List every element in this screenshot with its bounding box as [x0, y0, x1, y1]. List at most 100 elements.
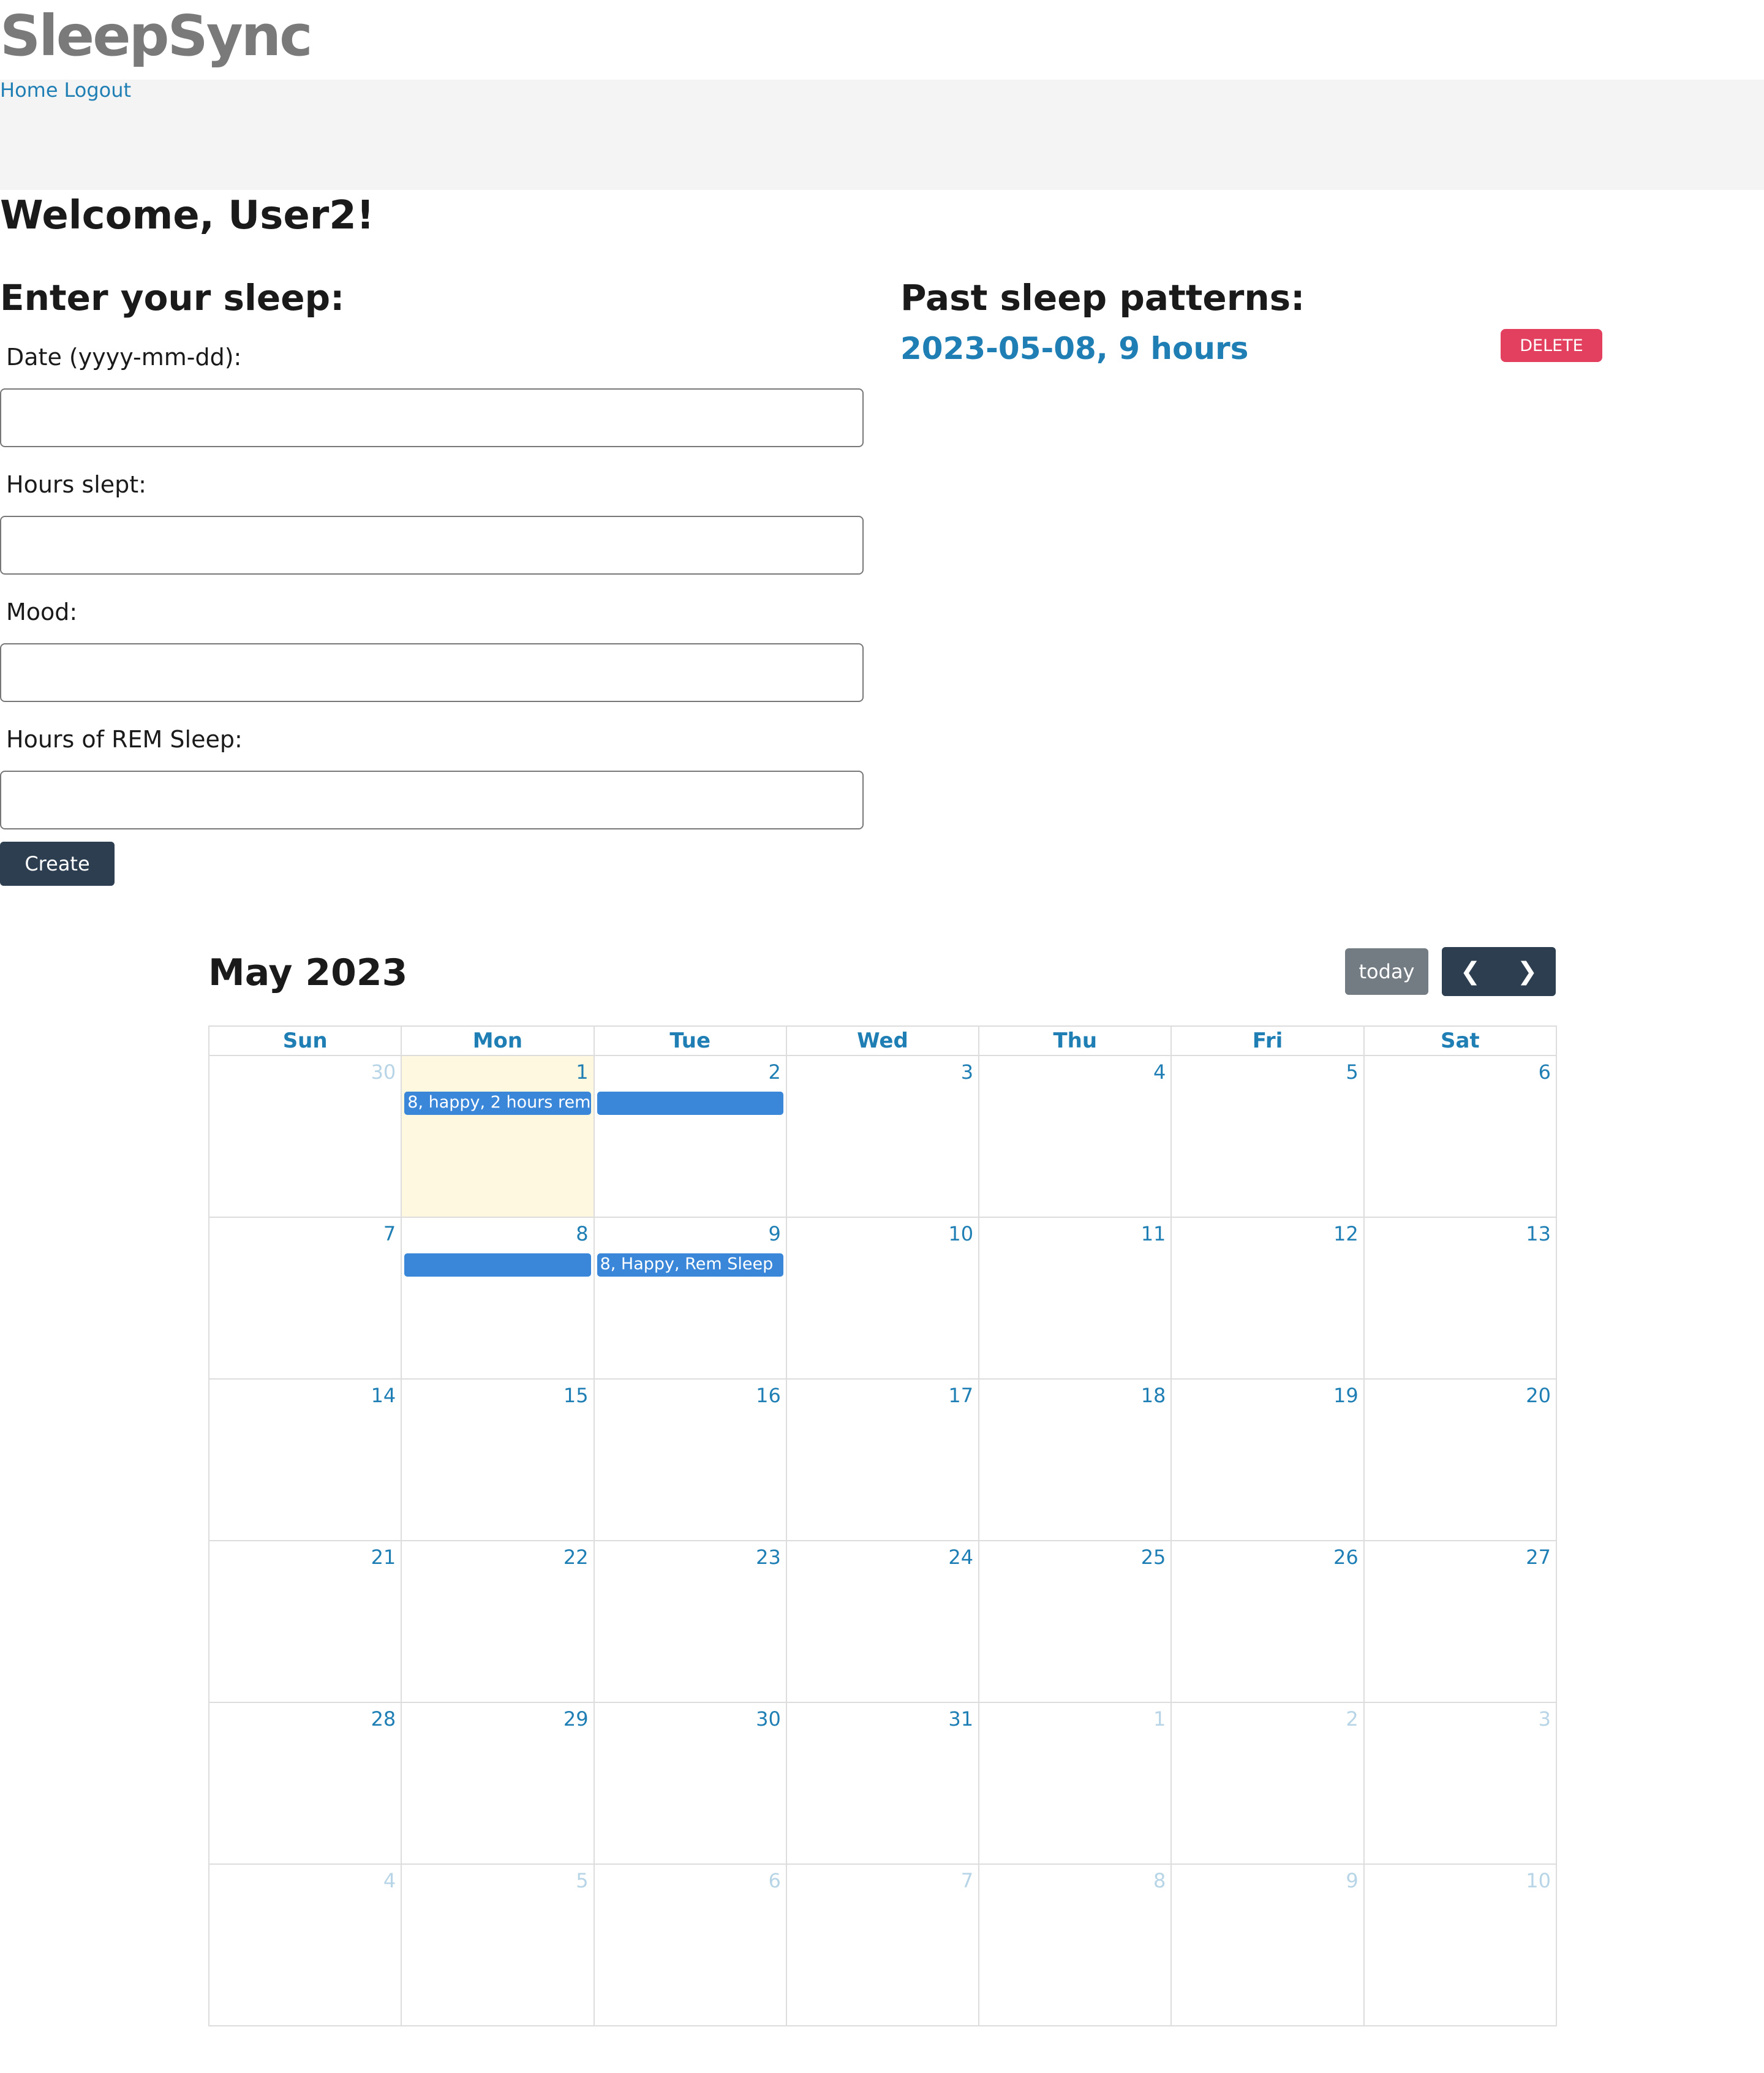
- calendar-day[interactable]: 5: [402, 1865, 595, 2026]
- calendar-day[interactable]: 10: [786, 1218, 980, 1380]
- day-number[interactable]: 19: [1333, 1383, 1359, 1408]
- day-number[interactable]: 8: [576, 1222, 588, 1246]
- calendar-day[interactable]: 23: [594, 1541, 787, 1703]
- past-entry[interactable]: 2023-05-08, 9 hours: [900, 328, 1248, 369]
- mood-input[interactable]: [0, 643, 864, 702]
- calendar-day[interactable]: 2: [594, 1056, 787, 1218]
- day-number[interactable]: 11: [1141, 1222, 1166, 1246]
- calendar-day[interactable]: 9: [1172, 1865, 1365, 2026]
- day-number[interactable]: 14: [371, 1383, 396, 1408]
- calendar-day[interactable]: 7: [209, 1218, 402, 1380]
- day-number[interactable]: 18: [1141, 1383, 1166, 1408]
- calendar-day[interactable]: 1: [979, 1703, 1172, 1865]
- calendar-day[interactable]: 4: [209, 1865, 402, 2026]
- day-number[interactable]: 4: [383, 1868, 396, 1893]
- calendar-event[interactable]: [404, 1253, 591, 1277]
- chevron-right-icon[interactable]: ❯: [1499, 947, 1556, 996]
- create-button[interactable]: Create: [0, 842, 115, 886]
- day-number[interactable]: 25: [1141, 1545, 1166, 1569]
- calendar-day[interactable]: 8: [402, 1218, 595, 1380]
- day-number[interactable]: 10: [948, 1222, 973, 1246]
- date-input[interactable]: [0, 388, 864, 447]
- calendar-day[interactable]: 8: [979, 1865, 1172, 2026]
- day-number[interactable]: 31: [948, 1707, 973, 1731]
- calendar-day[interactable]: 17: [786, 1380, 980, 1541]
- delete-button[interactable]: DELETE: [1501, 329, 1602, 362]
- calendar-day[interactable]: 25: [979, 1541, 1172, 1703]
- nav-logout-link[interactable]: Logout: [64, 78, 132, 102]
- calendar-day[interactable]: 11: [979, 1218, 1172, 1380]
- calendar-day[interactable]: 2: [1172, 1703, 1365, 1865]
- chevron-left-icon[interactable]: ❮: [1442, 947, 1499, 996]
- day-number[interactable]: 2: [1346, 1707, 1358, 1731]
- day-number[interactable]: 13: [1526, 1222, 1551, 1246]
- day-number[interactable]: 1: [576, 1060, 588, 1084]
- calendar-day[interactable]: 21: [209, 1541, 402, 1703]
- calendar-day[interactable]: 30: [209, 1056, 402, 1218]
- day-number[interactable]: 5: [1346, 1060, 1358, 1084]
- day-number[interactable]: 23: [756, 1545, 781, 1569]
- calendar-day[interactable]: 7: [786, 1865, 980, 2026]
- day-number[interactable]: 30: [756, 1707, 781, 1731]
- day-number[interactable]: 9: [1346, 1868, 1358, 1893]
- day-number[interactable]: 6: [768, 1868, 780, 1893]
- day-number[interactable]: 15: [564, 1383, 589, 1408]
- day-number[interactable]: 24: [948, 1545, 973, 1569]
- calendar-event[interactable]: 8, Happy, Rem Sleep: [597, 1253, 783, 1277]
- calendar-day[interactable]: 19: [1172, 1380, 1365, 1541]
- day-number[interactable]: 10: [1526, 1868, 1551, 1893]
- hours-input[interactable]: [0, 516, 864, 575]
- nav-home-link[interactable]: Home: [0, 78, 58, 102]
- day-number[interactable]: 22: [564, 1545, 589, 1569]
- day-number[interactable]: 16: [756, 1383, 781, 1408]
- day-number[interactable]: 1: [1153, 1707, 1166, 1731]
- calendar-day[interactable]: 9 8, Happy, Rem Sleep: [594, 1218, 787, 1380]
- calendar-day[interactable]: 22: [402, 1541, 595, 1703]
- today-button[interactable]: today: [1345, 948, 1428, 995]
- day-number[interactable]: 7: [383, 1222, 396, 1246]
- calendar-day[interactable]: 28: [209, 1703, 402, 1865]
- day-number[interactable]: 4: [1153, 1060, 1166, 1084]
- calendar-event[interactable]: 8, happy, 2 hours rem: [404, 1092, 591, 1115]
- calendar-day[interactable]: 1 8, happy, 2 hours rem: [402, 1056, 595, 1218]
- calendar-day[interactable]: 30: [594, 1703, 787, 1865]
- day-number[interactable]: 17: [948, 1383, 973, 1408]
- calendar-day[interactable]: 26: [1172, 1541, 1365, 1703]
- day-number[interactable]: 5: [576, 1868, 588, 1893]
- day-number[interactable]: 28: [371, 1707, 396, 1731]
- calendar-day[interactable]: 10: [1364, 1865, 1557, 2026]
- calendar-day[interactable]: 3: [1364, 1703, 1557, 1865]
- day-number[interactable]: 6: [1539, 1060, 1551, 1084]
- day-number[interactable]: 30: [371, 1060, 396, 1084]
- rem-input[interactable]: [0, 771, 864, 829]
- day-number[interactable]: 3: [961, 1060, 973, 1084]
- calendar-day[interactable]: 31: [786, 1703, 980, 1865]
- calendar-day[interactable]: 29: [402, 1703, 595, 1865]
- day-number[interactable]: 29: [564, 1707, 589, 1731]
- day-number[interactable]: 27: [1526, 1545, 1551, 1569]
- calendar-day[interactable]: 15: [402, 1380, 595, 1541]
- day-number[interactable]: 3: [1539, 1707, 1551, 1731]
- day-number[interactable]: 20: [1526, 1383, 1551, 1408]
- calendar-day[interactable]: 16: [594, 1380, 787, 1541]
- calendar-event[interactable]: [597, 1092, 783, 1115]
- calendar-day[interactable]: 4: [979, 1056, 1172, 1218]
- calendar-day[interactable]: 18: [979, 1380, 1172, 1541]
- day-number[interactable]: 26: [1333, 1545, 1359, 1569]
- calendar-day[interactable]: 6: [1364, 1056, 1557, 1218]
- calendar-day[interactable]: 14: [209, 1380, 402, 1541]
- day-number[interactable]: 9: [768, 1222, 780, 1246]
- calendar-day[interactable]: 3: [786, 1056, 980, 1218]
- day-number[interactable]: 8: [1153, 1868, 1166, 1893]
- calendar-day[interactable]: 13: [1364, 1218, 1557, 1380]
- calendar-day[interactable]: 24: [786, 1541, 980, 1703]
- calendar-day[interactable]: 6: [594, 1865, 787, 2026]
- calendar-day[interactable]: 5: [1172, 1056, 1365, 1218]
- day-number[interactable]: 7: [961, 1868, 973, 1893]
- calendar-day[interactable]: 20: [1364, 1380, 1557, 1541]
- day-number[interactable]: 21: [371, 1545, 396, 1569]
- calendar-day[interactable]: 27: [1364, 1541, 1557, 1703]
- day-number[interactable]: 12: [1333, 1222, 1359, 1246]
- calendar-day[interactable]: 12: [1172, 1218, 1365, 1380]
- day-number[interactable]: 2: [768, 1060, 780, 1084]
